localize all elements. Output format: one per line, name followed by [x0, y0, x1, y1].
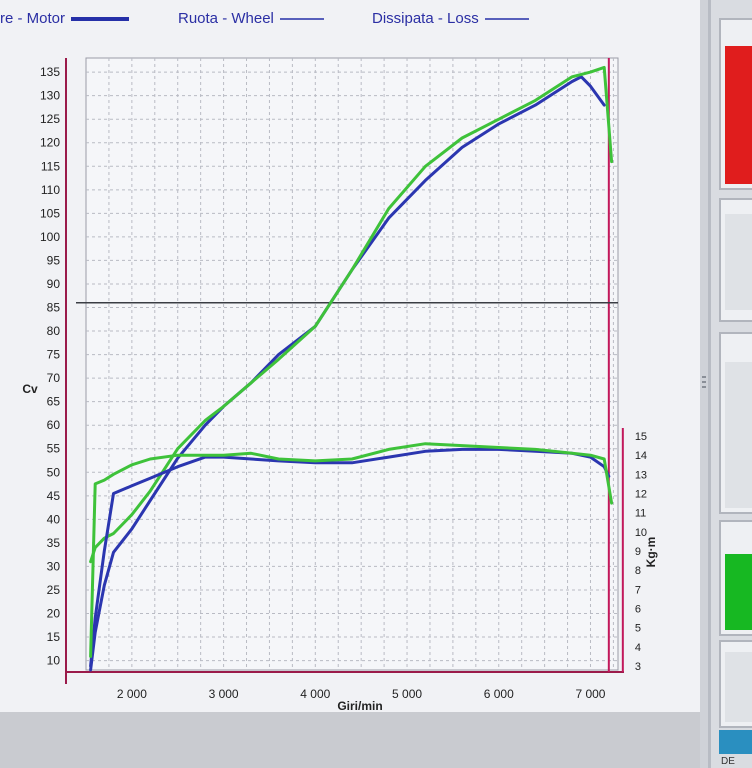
y-right-tick-label: 12	[635, 489, 647, 501]
y-left-tick-label: 10	[47, 654, 61, 668]
y-right-tick-label: 6	[635, 604, 641, 616]
dyno-window: re - Motor Ruota - Wheel Dissipata - Los…	[0, 0, 700, 768]
y-left-tick-label: 125	[40, 112, 60, 126]
y-left-tick-label: 35	[47, 536, 61, 550]
y-right-tick-label: 14	[635, 450, 647, 462]
bottom-toolbar	[0, 712, 700, 768]
splitter-grip	[702, 376, 706, 378]
gauge-card-1	[719, 18, 752, 190]
y-left-tick-label: 105	[40, 206, 60, 220]
x-tick-label: 5 000	[392, 687, 422, 701]
x-tick-label: 7 000	[575, 687, 605, 701]
gauge-card-5-fill	[725, 652, 752, 722]
legend-item-motor: re - Motor	[0, 10, 130, 27]
y-right-tick-label: 11	[635, 508, 646, 520]
y-left-tick-label: 50	[47, 465, 61, 479]
gauge-card-1-fill	[725, 46, 752, 184]
y-left-tick-label: 130	[40, 89, 60, 103]
y-right-tick-label: 9	[635, 546, 641, 558]
legend-item-wheel: Ruota - Wheel	[178, 10, 324, 27]
gauge-card-2	[719, 198, 752, 322]
legend-swatch-motor	[71, 17, 130, 22]
y-left-axis-title: Cv	[22, 382, 38, 396]
y-left-tick-label: 75	[47, 348, 61, 362]
y-left-tick-label: 55	[47, 442, 61, 456]
y-left-tick-label: 80	[47, 324, 61, 338]
legend-swatch-wheel	[279, 18, 324, 20]
x-tick-label: 3 000	[209, 687, 239, 701]
y-right-tick-label: 4	[635, 642, 641, 654]
y-right-tick-label: 5	[635, 623, 641, 635]
x-axis-title: Giri/min	[337, 699, 382, 712]
y-left-tick-label: 30	[47, 559, 61, 573]
y-left-tick-label: 135	[40, 65, 60, 79]
y-left-tick-label: 90	[47, 277, 61, 291]
x-tick-label: 4 000	[300, 687, 330, 701]
legend-swatch-loss	[484, 18, 529, 20]
splitter-grip	[702, 386, 706, 388]
legend-label-motor: re - Motor	[0, 10, 66, 27]
y-left-tick-label: 40	[47, 512, 61, 526]
y-left-tick-label: 115	[41, 159, 60, 173]
panel-splitter[interactable]	[700, 0, 708, 768]
gauge-card-5	[719, 640, 752, 728]
y-right-tick-label: 15	[635, 431, 647, 443]
plot-area	[85, 57, 619, 671]
y-left-tick-label: 15	[47, 630, 61, 644]
panel-footer-bar	[719, 730, 752, 754]
legend-label-wheel: Ruota - Wheel	[178, 10, 274, 27]
y-left-tick-label: 45	[47, 489, 61, 503]
y-right-tick-label: 7	[635, 584, 641, 596]
chart-legend: re - Motor Ruota - Wheel Dissipata - Los…	[0, 8, 700, 34]
gauge-card-2-fill	[725, 214, 752, 310]
legend-item-loss: Dissipata - Loss	[372, 10, 529, 27]
y-left-tick-label: 70	[47, 371, 61, 385]
y-left-tick-label: 65	[47, 395, 61, 409]
y-left-tick-label: 20	[47, 607, 61, 621]
y-right-axis-title: Kg·m	[644, 537, 658, 568]
x-tick-label: 6 000	[484, 687, 514, 701]
gauge-card-3	[719, 332, 752, 514]
y-right-tick-label: 3	[635, 661, 641, 673]
y-right-tick-label: 13	[635, 469, 647, 481]
right-panel: DE	[708, 0, 752, 768]
dyno-chart: 1015202530354045505560657075808590951001…	[22, 57, 658, 712]
gauge-card-4-fill	[725, 554, 752, 630]
y-left-tick-label: 100	[40, 230, 60, 244]
y-left-tick-label: 60	[47, 418, 61, 432]
y-left-tick-label: 85	[47, 301, 61, 315]
y-left-tick-label: 120	[40, 136, 60, 150]
y-left-tick-label: 25	[47, 583, 61, 597]
splitter-grip	[702, 381, 706, 383]
panel-footer-label: DE	[721, 756, 735, 767]
gauge-card-3-fill	[725, 362, 752, 508]
x-tick-label: 2 000	[117, 687, 147, 701]
legend-label-loss: Dissipata - Loss	[372, 10, 479, 27]
y-right-tick-label: 8	[635, 565, 641, 577]
y-left-tick-label: 110	[41, 183, 60, 197]
y-left-tick-label: 95	[47, 253, 61, 267]
gauge-card-4	[719, 520, 752, 636]
